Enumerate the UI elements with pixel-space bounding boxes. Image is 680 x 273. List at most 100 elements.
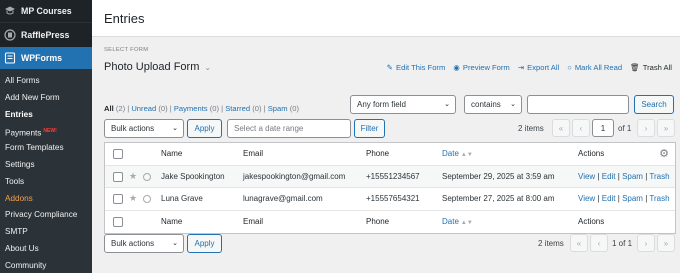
sidebar-item-rafflepress[interactable]: RafflePress — [0, 23, 92, 47]
sidebar-item-mp-courses[interactable]: MP Courses — [0, 0, 92, 22]
edit-link[interactable]: Edit — [602, 194, 616, 203]
export-all-label: Export All — [527, 63, 560, 72]
row-actions: View | Edit | Spam | Trash — [578, 171, 670, 181]
chevron-down-icon: ⌄ — [510, 101, 516, 108]
sidebar-item-form-templates[interactable]: Form Templates — [0, 140, 92, 157]
row-checkbox[interactable] — [113, 194, 123, 204]
entry-phone: +15557654321 — [366, 194, 420, 204]
view-link[interactable]: View — [578, 194, 595, 203]
page-title: Entries — [104, 10, 145, 26]
first-page-button[interactable]: « — [552, 119, 570, 137]
search-input[interactable] — [527, 95, 629, 114]
preview-form-label: Preview Form — [462, 63, 510, 72]
trash-link[interactable]: Trash — [649, 194, 669, 203]
search-button[interactable]: Search — [634, 95, 674, 114]
trash-all-link[interactable]: 🗑 Trash All — [630, 63, 672, 72]
bulk-actions-select[interactable]: Bulk actions ⌄ — [104, 119, 184, 138]
status-payments[interactable]: Payments — [174, 104, 208, 113]
last-page-button[interactable]: » — [657, 119, 675, 137]
sidebar-item-privacy-compliance[interactable]: Privacy Compliance — [0, 207, 92, 224]
sidebar-item-settings[interactable]: Settings — [0, 157, 92, 174]
prev-page-button-bottom[interactable]: ‹ — [590, 234, 608, 252]
next-page-button[interactable]: › — [637, 119, 655, 137]
preview-form-link[interactable]: ◉ Preview Form — [453, 63, 509, 72]
last-page-button-bottom[interactable]: » — [657, 234, 675, 252]
spam-link[interactable]: Spam — [622, 194, 643, 203]
raffle-icon — [4, 29, 16, 41]
sidebar-item-add-new-form[interactable]: Add New Form — [0, 90, 92, 107]
current-page-input[interactable]: 1 — [592, 119, 614, 137]
chevron-down-icon: ⌄ — [172, 240, 178, 247]
table-row: ★ Jake Spookington jakespookington@gmail… — [105, 165, 675, 188]
status-spam-count: (0) — [289, 104, 299, 113]
sidebar-item-payments[interactable]: Payments NEW! — [0, 123, 92, 140]
main-content: Entries SELECT FORM Photo Upload Form ⌄ … — [92, 0, 680, 273]
sidebar-item-all-forms[interactable]: All Forms — [0, 73, 92, 90]
select-all-checkbox[interactable] — [113, 216, 123, 227]
status-unread[interactable]: Unread — [131, 104, 156, 113]
star-icon[interactable]: ★ — [129, 193, 137, 204]
col-date-label: Date — [442, 217, 459, 227]
search-field-select[interactable]: Any form field ⌄ — [350, 95, 456, 114]
apply-button-bottom[interactable]: Apply — [187, 234, 222, 253]
read-status-icon[interactable] — [143, 195, 151, 203]
prev-page-button[interactable]: ‹ — [572, 119, 590, 137]
mark-all-read-link[interactable]: ○ Mark All Read — [567, 63, 622, 72]
search-operator-select[interactable]: contains ⌄ — [464, 95, 522, 114]
entry-name: Luna Grave — [161, 194, 203, 204]
wpforms-submenu: All Forms Add New Form Entries Payments N… — [0, 69, 92, 273]
date-range-input[interactable]: Select a date range — [227, 119, 351, 138]
col-phone: Phone — [366, 149, 390, 159]
star-icon[interactable]: ★ — [129, 171, 137, 182]
col-date-sort[interactable]: Date ▲▼ — [442, 217, 473, 226]
filter-button[interactable]: Filter — [354, 119, 385, 138]
row-checkbox[interactable] — [113, 171, 123, 182]
page-header: Entries — [92, 0, 680, 37]
mark-all-read-label: Mark All Read — [574, 63, 623, 72]
entries-table: Name Email Phone Date ▲▼ Actions ⚙ ★ Jake… — [104, 142, 676, 234]
col-email: Email — [243, 217, 264, 227]
edit-form-label: Edit This Form — [396, 63, 446, 72]
sidebar-item-community[interactable]: Community — [0, 258, 92, 273]
export-icon: ⇥ — [517, 63, 525, 72]
edit-form-link[interactable]: ✎ Edit This Form — [387, 63, 446, 72]
sidebar-item-wpforms[interactable]: WPForms — [0, 47, 92, 69]
chevron-down-icon: ⌄ — [172, 125, 178, 132]
sidebar-item-label: WPForms — [21, 53, 63, 63]
entry-date: September 27, 2025 at 8:00 am — [442, 194, 555, 204]
status-spam[interactable]: Spam — [268, 104, 288, 113]
trash-link[interactable]: Trash — [649, 172, 669, 181]
sidebar-item-tools[interactable]: Tools — [0, 174, 92, 191]
admin-sidebar: MP Courses RafflePress WPForms All Forms… — [0, 0, 92, 273]
status-all[interactable]: All — [104, 104, 114, 113]
entry-name: Jake Spookington — [161, 171, 225, 181]
form-selector[interactable]: Photo Upload Form ⌄ — [104, 61, 211, 73]
bulk-actions-select-bottom[interactable]: Bulk actions ⌄ — [104, 234, 184, 253]
gear-icon[interactable]: ⚙ — [659, 147, 669, 160]
sidebar-item-smtp[interactable]: SMTP — [0, 224, 92, 241]
status-starred-count: (0) — [252, 104, 262, 113]
col-email: Email — [243, 149, 264, 159]
status-unread-count: (0) — [158, 104, 168, 113]
sidebar-item-about-us[interactable]: About Us — [0, 241, 92, 258]
next-page-button-bottom[interactable]: › — [637, 234, 655, 252]
spam-link[interactable]: Spam — [622, 172, 643, 181]
form-actions: ✎ Edit This Form ◉ Preview Form ⇥ Export Al… — [387, 63, 672, 72]
first-page-button-bottom[interactable]: « — [570, 234, 588, 252]
status-starred[interactable]: Starred — [225, 104, 250, 113]
col-actions: Actions — [578, 217, 605, 227]
items-count: 2 items — [518, 124, 544, 133]
export-all-link[interactable]: ⇥ Export All — [518, 63, 559, 72]
sidebar-item-addons[interactable]: Addons — [0, 191, 92, 208]
view-link[interactable]: View — [578, 172, 595, 181]
circle-icon: ○ — [567, 63, 572, 72]
read-status-icon[interactable] — [143, 172, 151, 181]
select-all-checkbox[interactable] — [113, 149, 123, 159]
apply-button[interactable]: Apply — [187, 119, 222, 138]
chevron-down-icon: ⌄ — [444, 101, 450, 108]
sidebar-item-label: Payments — [5, 129, 42, 139]
wpforms-icon — [4, 52, 16, 64]
col-date-sort[interactable]: Date ▲▼ — [442, 149, 473, 158]
sidebar-item-entries[interactable]: Entries — [0, 107, 92, 124]
edit-link[interactable]: Edit — [602, 172, 616, 181]
